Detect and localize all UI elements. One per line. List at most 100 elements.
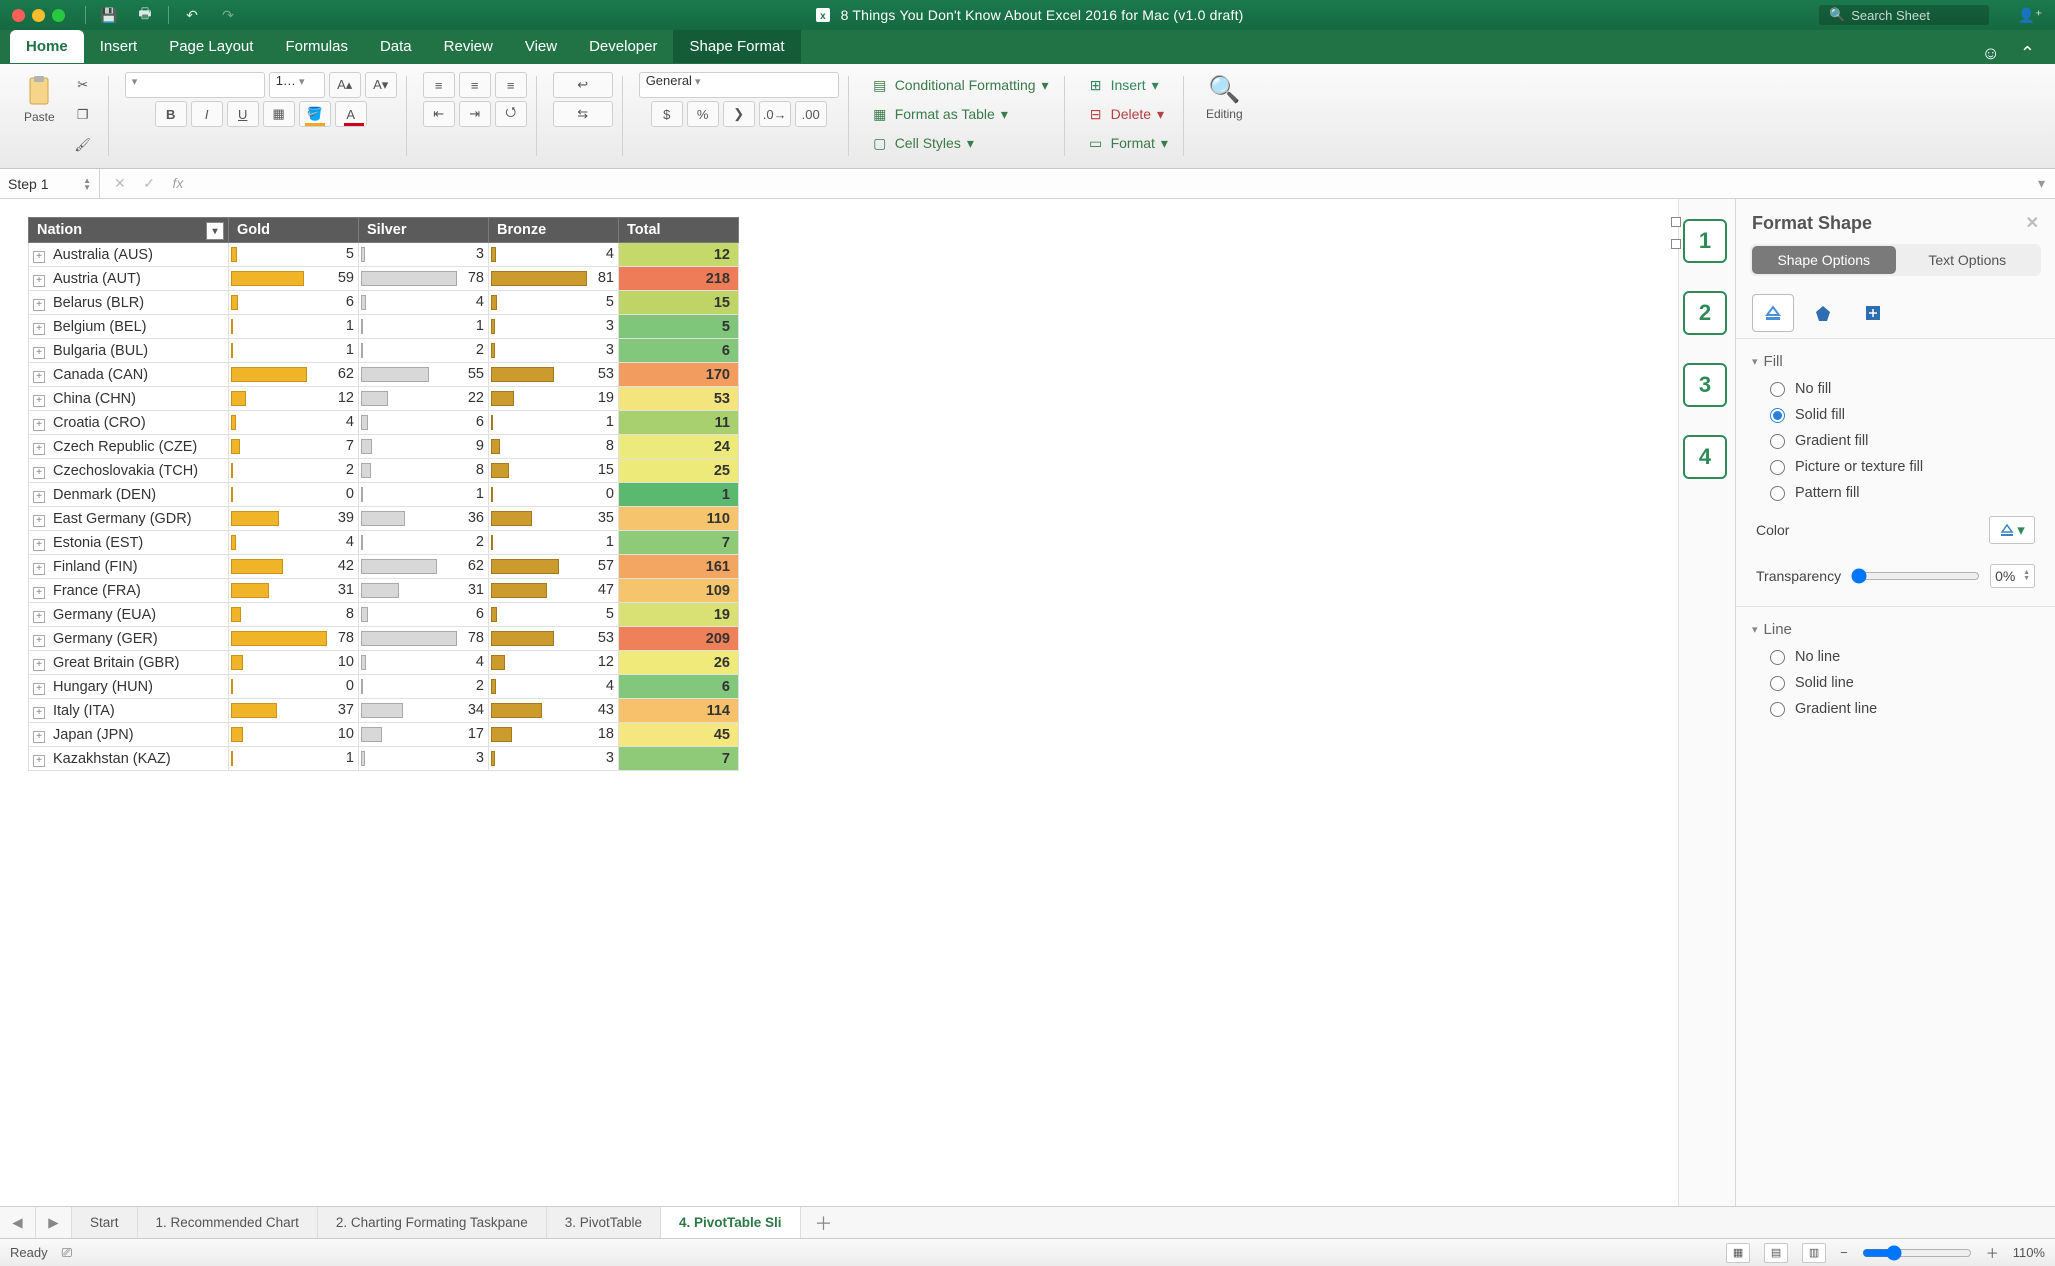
ribbon-tab-developer[interactable]: Developer	[573, 30, 673, 64]
font-size-select[interactable]: 1…	[269, 72, 325, 98]
align-bottom-button[interactable]: ≡	[495, 72, 527, 98]
bronze-cell[interactable]: 12	[489, 651, 619, 675]
fx-icon[interactable]: fx	[172, 175, 183, 191]
cancel-formula-icon[interactable]: ✕	[114, 175, 126, 191]
ribbon-tab-insert[interactable]: Insert	[84, 30, 154, 64]
gold-cell[interactable]: 6	[229, 291, 359, 315]
step-shape-1[interactable]: 1	[1683, 219, 1727, 263]
shape-options-tab[interactable]: Shape Options	[1752, 246, 1896, 274]
bronze-cell[interactable]: 47	[489, 579, 619, 603]
silver-cell[interactable]: 6	[359, 603, 489, 627]
bronze-cell[interactable]: 53	[489, 363, 619, 387]
total-cell[interactable]: 114	[619, 699, 739, 723]
sheet-tab-0[interactable]: Start	[72, 1207, 138, 1238]
line-option-solid-line[interactable]: Solid line	[1752, 670, 2039, 696]
silver-cell[interactable]: 34	[359, 699, 489, 723]
bronze-cell[interactable]: 19	[489, 387, 619, 411]
bronze-cell[interactable]: 3	[489, 339, 619, 363]
expand-icon[interactable]: +	[33, 635, 45, 647]
total-cell[interactable]: 45	[619, 723, 739, 747]
col-gold[interactable]: Gold	[229, 218, 359, 243]
total-cell[interactable]: 25	[619, 459, 739, 483]
font-color-button[interactable]: A	[335, 101, 367, 127]
normal-view-icon[interactable]: ▦	[1726, 1243, 1750, 1263]
nation-cell[interactable]: +Czechoslovakia (TCH)	[29, 459, 229, 483]
gold-cell[interactable]: 2	[229, 459, 359, 483]
bronze-cell[interactable]: 4	[489, 243, 619, 267]
nation-cell[interactable]: +Austria (AUT)	[29, 267, 229, 291]
expand-icon[interactable]: +	[33, 683, 45, 695]
table-row[interactable]: +East Germany (GDR)393635110	[29, 507, 739, 531]
increase-decimal-button[interactable]: .0→	[759, 101, 791, 127]
expand-icon[interactable]: +	[33, 323, 45, 335]
page-layout-view-icon[interactable]: ▤	[1764, 1243, 1788, 1263]
expand-icon[interactable]: +	[33, 731, 45, 743]
expand-icon[interactable]: +	[33, 491, 45, 503]
silver-cell[interactable]: 8	[359, 459, 489, 483]
expand-icon[interactable]: +	[33, 587, 45, 599]
page-break-view-icon[interactable]: ▥	[1802, 1243, 1826, 1263]
expand-icon[interactable]: +	[33, 275, 45, 287]
macro-record-icon[interactable]: ⎚	[62, 1245, 72, 1261]
nation-cell[interactable]: +Bulgaria (BUL)	[29, 339, 229, 363]
col-silver[interactable]: Silver	[359, 218, 489, 243]
table-row[interactable]: +Kazakhstan (KAZ)1337	[29, 747, 739, 771]
collapse-ribbon-icon[interactable]: ⌃	[2010, 43, 2045, 64]
nation-cell[interactable]: +Estonia (EST)	[29, 531, 229, 555]
total-cell[interactable]: 209	[619, 627, 739, 651]
sheet-tab-1[interactable]: 1. Recommended Chart	[138, 1207, 318, 1238]
expand-icon[interactable]: +	[33, 611, 45, 623]
silver-cell[interactable]: 62	[359, 555, 489, 579]
silver-cell[interactable]: 1	[359, 315, 489, 339]
bronze-cell[interactable]: 3	[489, 315, 619, 339]
silver-cell[interactable]: 1	[359, 483, 489, 507]
silver-cell[interactable]: 36	[359, 507, 489, 531]
total-cell[interactable]: 6	[619, 339, 739, 363]
step-shape-4[interactable]: 4	[1683, 435, 1727, 479]
effects-tab-icon[interactable]	[1802, 294, 1844, 332]
table-row[interactable]: +Belarus (BLR)64515	[29, 291, 739, 315]
nation-cell[interactable]: +Belgium (BEL)	[29, 315, 229, 339]
fill-option-picture-or-texture-fill[interactable]: Picture or texture fill	[1752, 454, 2039, 480]
transparency-value[interactable]: 0% ▲▼	[1990, 564, 2035, 588]
gold-cell[interactable]: 37	[229, 699, 359, 723]
table-row[interactable]: +Japan (JPN)10171845	[29, 723, 739, 747]
nation-cell[interactable]: +China (CHN)	[29, 387, 229, 411]
bronze-cell[interactable]: 3	[489, 747, 619, 771]
silver-cell[interactable]: 4	[359, 651, 489, 675]
table-row[interactable]: +France (FRA)313147109	[29, 579, 739, 603]
gold-cell[interactable]: 10	[229, 651, 359, 675]
ribbon-tab-home[interactable]: Home	[10, 30, 84, 64]
nation-cell[interactable]: +Belarus (BLR)	[29, 291, 229, 315]
decrease-indent-button[interactable]: ⇤	[423, 101, 455, 127]
table-row[interactable]: +Great Britain (GBR)1041226	[29, 651, 739, 675]
nation-cell[interactable]: +Croatia (CRO)	[29, 411, 229, 435]
silver-cell[interactable]: 9	[359, 435, 489, 459]
bronze-cell[interactable]: 1	[489, 411, 619, 435]
number-format-select[interactable]: General	[639, 72, 839, 98]
silver-cell[interactable]: 6	[359, 411, 489, 435]
total-cell[interactable]: 26	[619, 651, 739, 675]
underline-button[interactable]: U	[227, 101, 259, 127]
fill-color-picker[interactable]: ▾	[1989, 516, 2035, 544]
expand-icon[interactable]: +	[33, 395, 45, 407]
expand-icon[interactable]: +	[33, 515, 45, 527]
expand-icon[interactable]: +	[33, 347, 45, 359]
total-cell[interactable]: 170	[619, 363, 739, 387]
conditional-formatting-button[interactable]: ▤Conditional Formatting ▾	[865, 72, 1055, 98]
fill-section-header[interactable]: Fill	[1752, 347, 2039, 376]
fill-color-button[interactable]: 🪣	[299, 101, 331, 127]
ribbon-tab-formulas[interactable]: Formulas	[269, 30, 364, 64]
format-cells-button[interactable]: ▭Format ▾	[1081, 130, 1174, 156]
worksheet[interactable]: Nation ▾ Gold Silver Bronze Total +Austr…	[0, 199, 1679, 1206]
paste-button[interactable]: Paste	[18, 72, 61, 126]
insert-cells-button[interactable]: ⊞Insert ▾	[1081, 72, 1165, 98]
align-top-button[interactable]: ≡	[423, 72, 455, 98]
expand-icon[interactable]: +	[33, 755, 45, 767]
expand-icon[interactable]: +	[33, 299, 45, 311]
zoom-in-icon[interactable]: ＋	[1986, 1243, 1999, 1262]
total-cell[interactable]: 12	[619, 243, 739, 267]
silver-cell[interactable]: 55	[359, 363, 489, 387]
nation-cell[interactable]: +Italy (ITA)	[29, 699, 229, 723]
minimize-window-icon[interactable]	[32, 9, 45, 22]
